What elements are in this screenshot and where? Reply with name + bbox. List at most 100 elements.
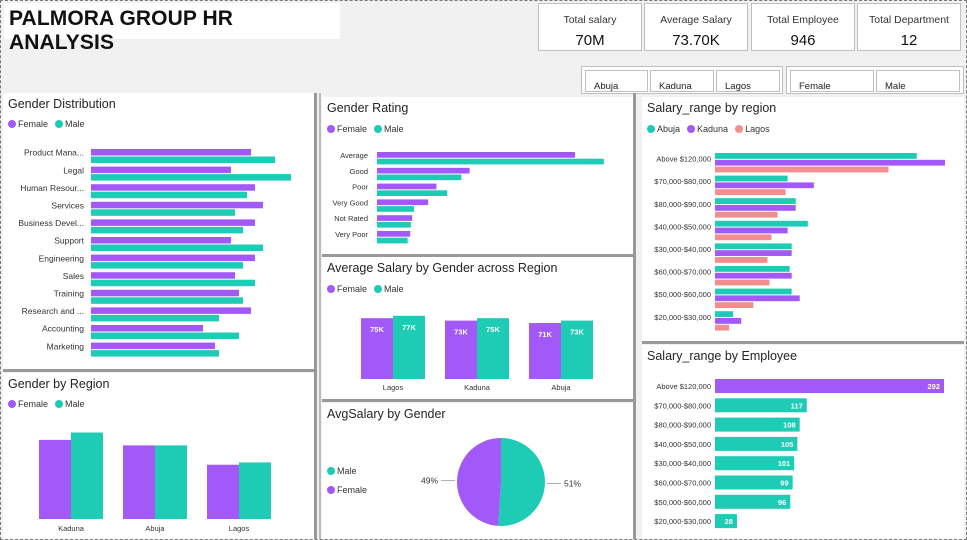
panel-divider [322, 254, 633, 257]
category-label: Very Poor [335, 230, 368, 239]
bar-lagos [715, 324, 730, 331]
bar-abuja [715, 198, 796, 204]
category-label: $60,000-$70,000 [654, 479, 711, 488]
category-label: $60,000-$70,000 [654, 268, 711, 277]
category-label: Above $120,000 [656, 155, 711, 164]
bar-abuja [715, 153, 917, 159]
bar-male [91, 244, 263, 251]
bar-male [71, 432, 103, 519]
pie-slice-female [456, 438, 501, 526]
kpi-label: Average Salary [660, 14, 732, 26]
bar-kaduna [715, 182, 814, 189]
salary-range-region-panel: Salary_range by region Abuja Kaduna Lago… [642, 97, 964, 341]
bar-lagos [715, 189, 786, 195]
gender-distribution-panel: Gender Distribution Female Male Product … [3, 93, 314, 369]
bar-abuja [715, 175, 788, 182]
region-option-kaduna[interactable]: Kaduna [650, 70, 714, 92]
panel-divider [319, 93, 321, 539]
bar-male [91, 297, 243, 304]
bar-male [377, 221, 411, 228]
category-label: $20,000-$30,000 [654, 313, 711, 322]
region-option-abuja[interactable]: Abuja [585, 70, 648, 92]
bar-kaduna [715, 205, 796, 211]
bar-female [123, 445, 155, 519]
category-label: $70,000-$80,000 [654, 401, 711, 410]
category-label: $80,000-$90,000 [654, 421, 711, 430]
bar-female [39, 439, 71, 519]
bar-kaduna [715, 227, 788, 234]
bar-female [377, 199, 429, 206]
bar-female [91, 149, 251, 156]
category-label: Kaduna [58, 524, 85, 533]
bar-female [91, 272, 235, 279]
category-label: Product Mana... [24, 148, 84, 158]
category-label: Human Resour... [20, 183, 84, 193]
salary-range-employee-panel: Salary_range by Employee Above $120,000 2… [642, 345, 964, 539]
kpi-value: 12 [900, 32, 918, 49]
bar-female [377, 215, 413, 221]
category-label: Marketing [47, 341, 85, 351]
kpi-card-total-department: Total Department 12 [857, 3, 961, 51]
bar-male [91, 314, 219, 322]
bar-male [377, 190, 448, 196]
bar-male [91, 350, 219, 357]
gender-rating-panel: Gender Rating Female Male Average Good Poo… [322, 97, 633, 254]
bar-kaduna [715, 318, 742, 324]
bar-kaduna [715, 295, 800, 302]
gender-by-region-panel: Gender by Region Female Male Kaduna Abuja… [3, 373, 314, 539]
category-label: Poor [352, 183, 368, 192]
category-label: Abuja [145, 524, 165, 533]
bar-male [91, 209, 235, 216]
bar-male [155, 445, 187, 519]
category-label: $40,000-$50,000 [654, 440, 711, 449]
category-label: Research and ... [22, 306, 84, 316]
data-label: 28 [725, 517, 733, 526]
page-title: PALMORA GROUP HR ANALYSIS [9, 7, 234, 54]
pie-slice-male [498, 438, 545, 526]
bar-female [91, 325, 203, 332]
bar-female [91, 342, 215, 350]
data-label: 49% [421, 476, 438, 486]
data-label: 75K [486, 325, 500, 334]
data-label: 73K [570, 328, 584, 337]
bar-male [91, 191, 247, 199]
bar-male [91, 279, 255, 287]
bar-female [377, 152, 576, 158]
bar-abuja [715, 243, 792, 250]
bar-female [377, 167, 470, 174]
category-label: Very Good [333, 198, 368, 207]
bar-kaduna [715, 272, 792, 279]
bar-lagos [715, 257, 768, 263]
kpi-label: Total salary [563, 14, 617, 26]
category-label: $40,000-$50,000 [654, 222, 711, 231]
gender-distribution-chart: Product Mana... Legal Human Resour... Servi… [18, 148, 291, 357]
bar-male [377, 174, 462, 181]
bar-male [239, 462, 271, 519]
category-label: Average [340, 151, 368, 160]
category-label: $30,000-$40,000 [654, 459, 711, 468]
bar-female [91, 289, 239, 297]
category-label: $50,000-$60,000 [654, 290, 711, 299]
bar-female [91, 166, 231, 174]
panel-divider [3, 369, 314, 372]
data-label: 51% [564, 478, 581, 488]
bar-male [91, 332, 239, 339]
avg-salary-gender-chart: 51% 49% [421, 438, 581, 526]
kpi-card-total-salary: Total salary 70M [538, 3, 642, 51]
avg-salary-region-chart: 75K 77K Lagos 73K 75K Kaduna 71K 73K Abuja [361, 315, 593, 392]
bar-male [91, 156, 275, 163]
category-label: $50,000-$60,000 [654, 498, 711, 507]
bar [715, 379, 944, 393]
kpi-label: Total Department [869, 14, 949, 26]
region-option-lagos[interactable]: Lagos [716, 70, 780, 92]
bar-female [91, 254, 255, 262]
bar-lagos [715, 234, 772, 241]
gender-slicer: Female Male [786, 66, 964, 94]
category-label: Abuja [551, 383, 571, 392]
avg-salary-gender-panel: AvgSalary by Gender Male Female 51% 49% [322, 403, 633, 539]
data-label: 99 [780, 479, 788, 488]
gender-option-female[interactable]: Female [790, 70, 874, 92]
gender-option-male[interactable]: Male [876, 70, 960, 92]
data-label: 75K [370, 325, 384, 334]
bar-male [377, 158, 604, 165]
